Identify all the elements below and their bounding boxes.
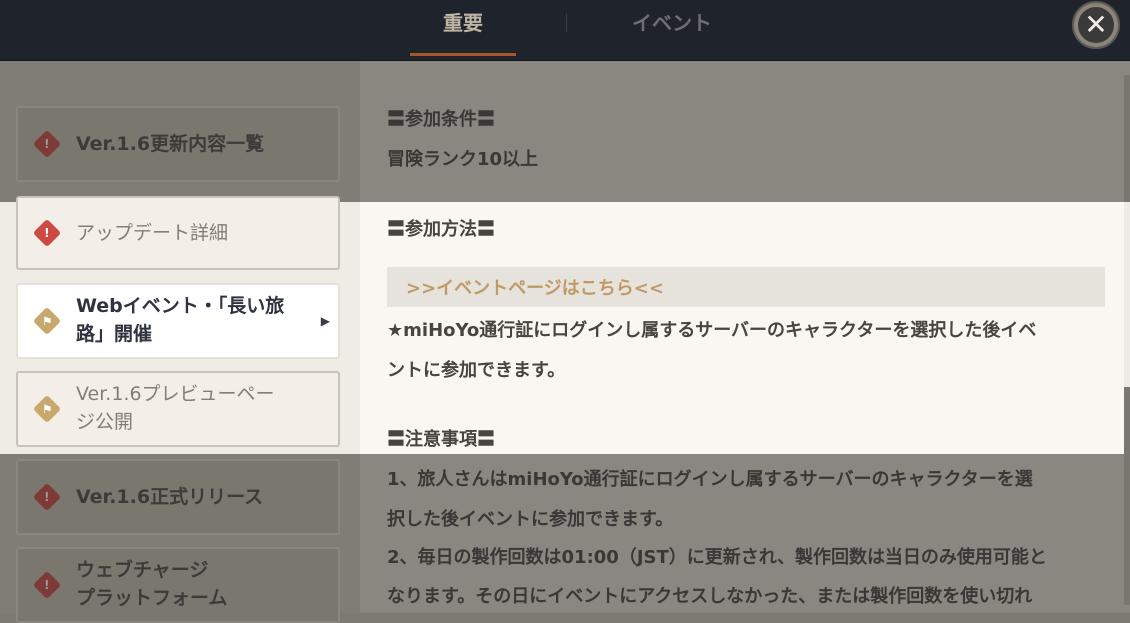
sidebar-item-label-line1: ウェブチャージ <box>76 559 209 581</box>
note1-line2: 択した後イベントに参加できます。 <box>387 509 674 530</box>
tab-event[interactable]: イベント <box>616 0 728 60</box>
close-button[interactable]: ✕ <box>1072 1 1120 49</box>
sidebar-item-ver16-release[interactable]: ! Ver.1.6正式リリース <box>16 459 340 535</box>
chevron-right-icon: ▶ <box>320 314 330 328</box>
sidebar-item-label-line1: Webイベント・「長い旅 <box>76 295 285 317</box>
sidebar-item-label-line2: 路」開催 <box>76 323 153 345</box>
sidebar-item-label-line1: Ver.1.6プレビューペー <box>76 383 275 405</box>
sidebar-item-web-charge[interactable]: ! ウェブチャージ プラットフォーム <box>16 547 340 623</box>
tan-diamond-flag-icon: ⚑ <box>32 306 62 336</box>
sidebar-item-label: Ver.1.6更新内容一覧 <box>76 133 265 155</box>
red-diamond-alert-icon: ! <box>32 218 62 248</box>
sidebar-item-label: Ver.1.6正式リリース <box>76 486 264 508</box>
top-tab-bar: 重要 イベント <box>0 0 1130 61</box>
tab-important[interactable]: 重要 <box>410 0 516 60</box>
sidebar-item-label: アップデート詳細 <box>76 222 229 244</box>
eligibility-text: 冒険ランク10以上 <box>387 149 539 170</box>
red-diamond-alert-icon: ! <box>32 482 62 512</box>
tan-diamond-flag-icon: ⚑ <box>32 394 62 424</box>
event-page-link[interactable]: >>イベントページはこちら<< <box>406 274 664 300</box>
close-icon: ✕ <box>1078 7 1114 43</box>
red-diamond-alert-icon: ! <box>32 570 62 600</box>
note1-line1: 1、旅人さんはmiHoYo通行証にログインし属するサーバーのキャラクターを選 <box>387 469 1033 490</box>
sidebar-item-label: Ver.1.6プレビューペー ジ公開 <box>76 380 322 436</box>
scrollbar-thumb[interactable] <box>1124 202 1130 387</box>
sidebar-item-ver16-update-list[interactable]: ! Ver.1.6更新内容一覧 <box>16 106 340 182</box>
tab-divider <box>566 14 567 32</box>
section-heading-notes: 〓注意事項〓 <box>387 429 495 450</box>
section-heading-how-to-join: 〓参加方法〓 <box>387 219 495 240</box>
note2-line2: なります。その日にイベントにアクセスしなかった、または製作回数を使い切れ <box>387 586 1033 607</box>
sidebar-item-label: Webイベント・「長い旅 路」開催 <box>76 292 322 348</box>
red-diamond-alert-icon: ! <box>32 129 62 159</box>
sidebar-item-label-line2: ジ公開 <box>76 411 134 433</box>
how-to-join-text-line2: ントに参加できます。 <box>387 360 566 381</box>
note2-line1: 2、毎日の製作回数は01:00（JST）に更新され、製作回数は当日のみ使用可能と <box>387 547 1047 568</box>
sidebar-item-label: ウェブチャージ プラットフォーム <box>76 556 322 612</box>
sidebar-item-label-line2: プラットフォーム <box>76 587 228 609</box>
section-heading-eligibility: 〓参加条件〓 <box>387 109 495 130</box>
sidebar-item-web-event[interactable]: ⚑ Webイベント・「長い旅 路」開催 ▶ <box>16 283 340 359</box>
sidebar-item-update-details[interactable]: ! アップデート詳細 <box>16 196 340 270</box>
how-to-join-text-line1: ★miHoYo通行証にログインし属するサーバーのキャラクターを選択した後イベ <box>387 320 1037 341</box>
sidebar-item-ver16-preview[interactable]: ⚑ Ver.1.6プレビューペー ジ公開 <box>16 371 340 447</box>
